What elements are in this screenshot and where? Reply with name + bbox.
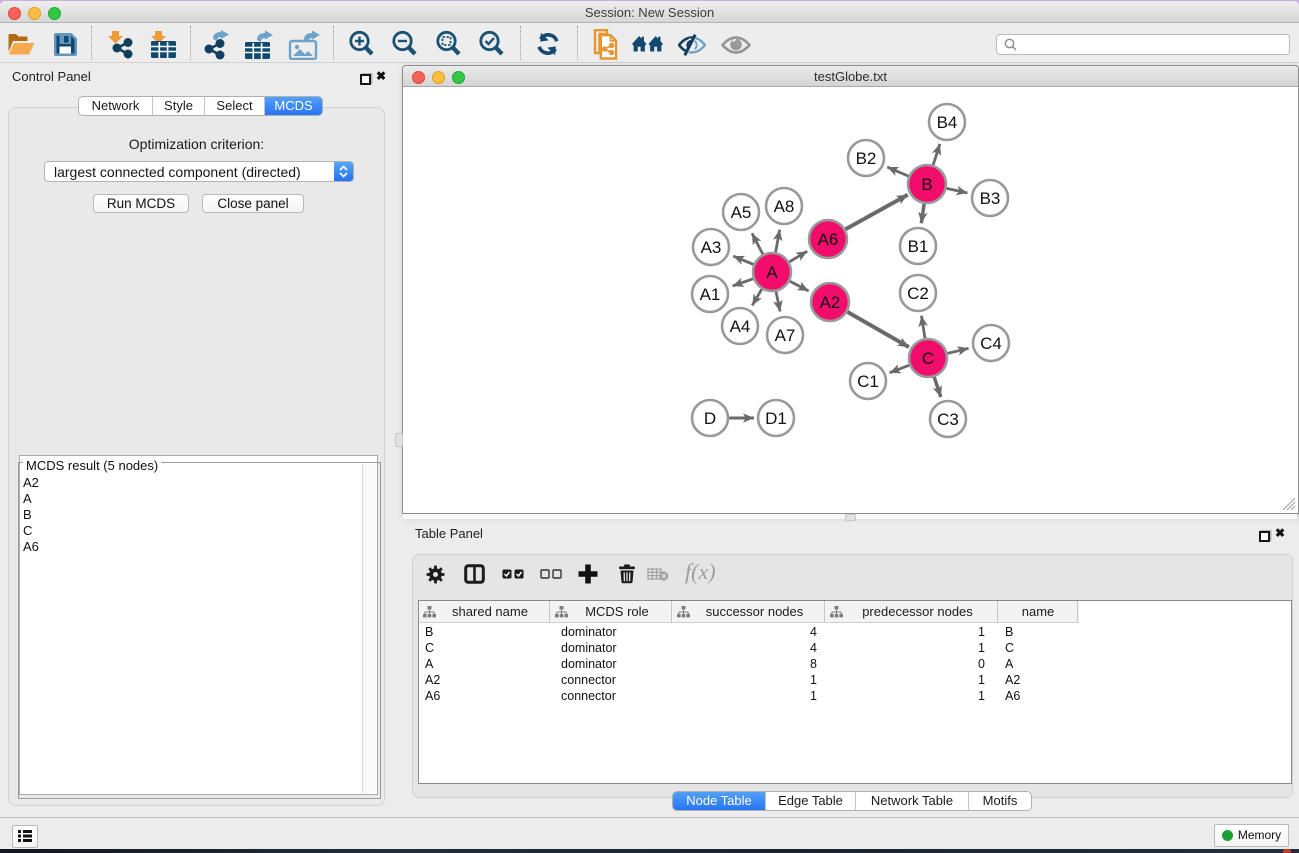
svg-text:A6: A6 [818,230,839,249]
svg-text:D: D [704,409,716,428]
svg-text:A2: A2 [820,293,841,312]
svg-text:A3: A3 [701,238,722,257]
svg-text:D1: D1 [765,409,787,428]
svg-text:C4: C4 [980,334,1002,353]
svg-text:B1: B1 [908,237,929,256]
svg-text:C3: C3 [937,410,959,429]
svg-text:A8: A8 [774,197,795,216]
svg-text:B: B [921,175,932,194]
svg-text:C2: C2 [907,284,929,303]
svg-text:B3: B3 [980,189,1001,208]
svg-text:C1: C1 [857,372,879,391]
svg-text:A7: A7 [775,326,796,345]
svg-text:B4: B4 [937,113,958,132]
svg-text:A4: A4 [730,317,751,336]
svg-text:B2: B2 [856,149,877,168]
svg-text:A: A [766,263,778,282]
svg-text:C: C [922,349,934,368]
svg-text:A1: A1 [700,285,721,304]
svg-text:A5: A5 [731,203,752,222]
